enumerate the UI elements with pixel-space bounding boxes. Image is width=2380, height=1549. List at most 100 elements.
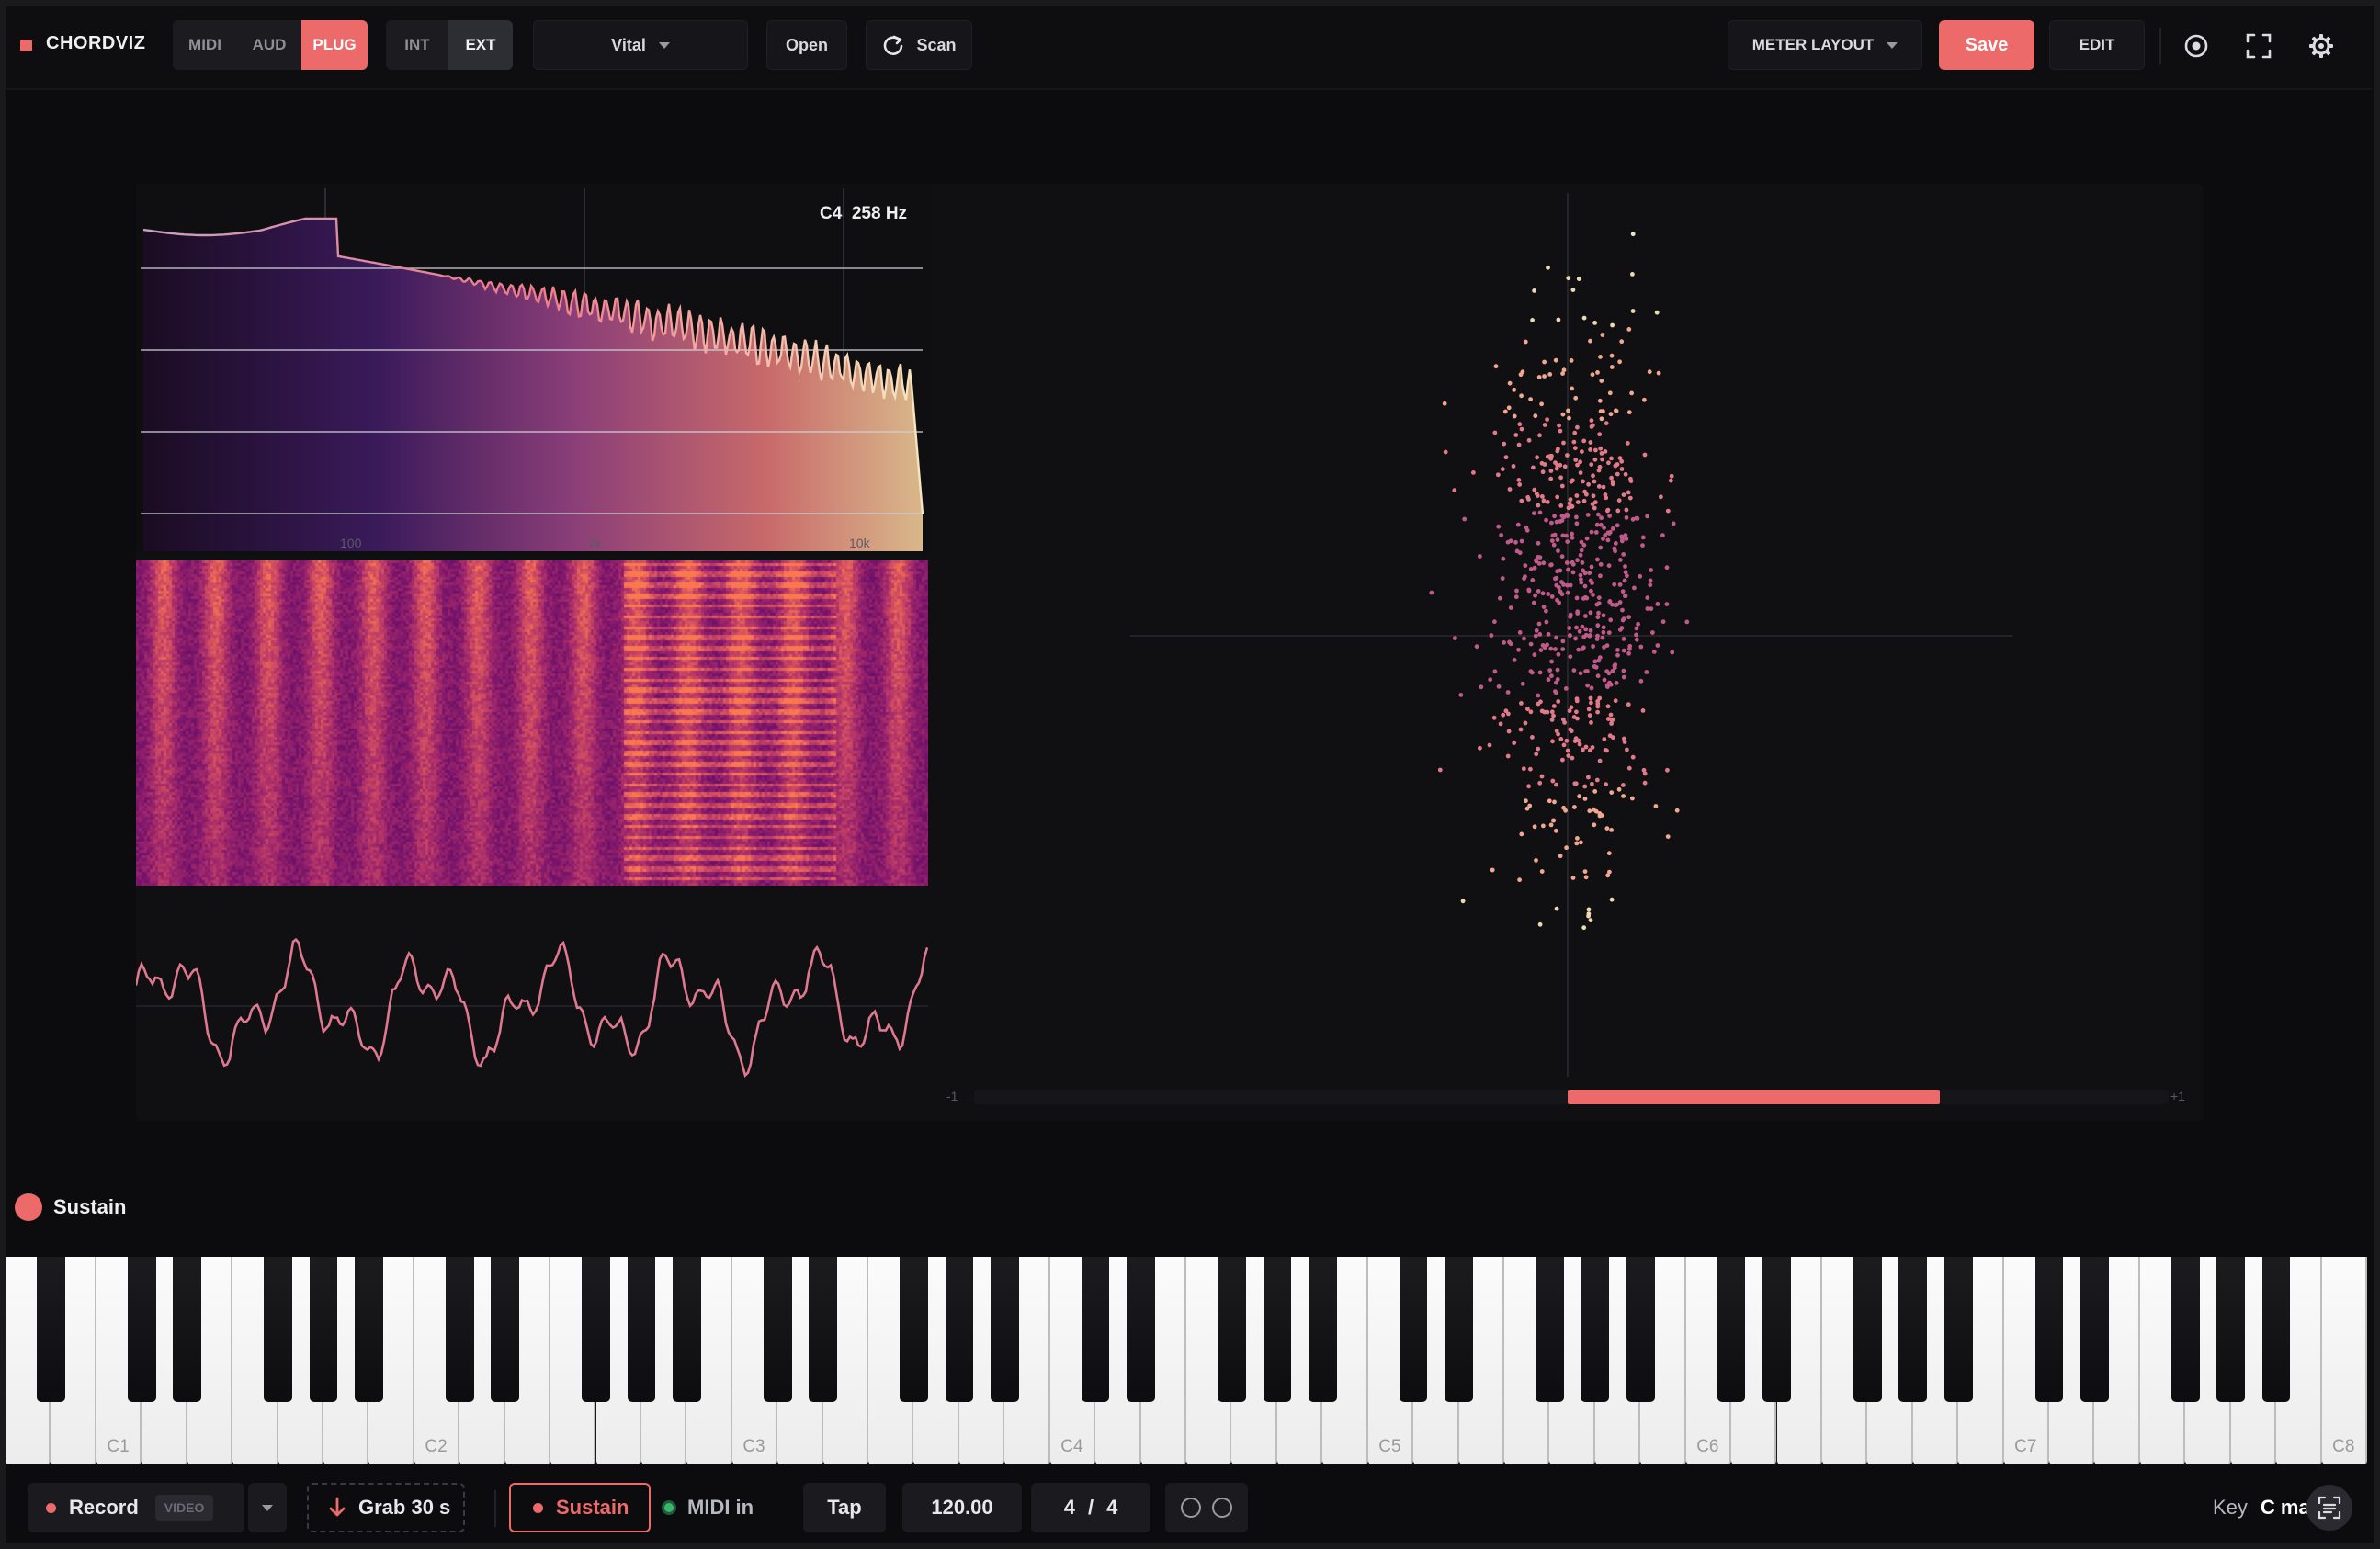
piano-black-key[interactable]: [1218, 1257, 1246, 1402]
vectorscope-point: [1626, 765, 1632, 771]
vectorscope-point: [1570, 531, 1574, 537]
vectorscope-point: [1526, 588, 1532, 594]
tab-ext[interactable]: EXT: [448, 20, 513, 70]
piano-black-key[interactable]: [1081, 1257, 1110, 1402]
vectorscope-point: [1581, 542, 1587, 548]
piano-black-key[interactable]: [1853, 1257, 1882, 1402]
scan-button[interactable]: Scan: [866, 20, 972, 70]
tab-midi[interactable]: MIDI: [173, 20, 237, 70]
vectorscope-point: [1641, 767, 1647, 773]
piano-keyboard[interactable]: C1 C2 C3 C4 C5 C6 C7 C8: [6, 1257, 2367, 1464]
piano-black-key[interactable]: [2034, 1257, 2064, 1402]
midi-in-status: MIDI in: [662, 1483, 768, 1532]
vectorscope-point: [1649, 606, 1654, 611]
fullscreen-icon[interactable]: [2238, 26, 2279, 66]
vectorscope-point: [1589, 418, 1594, 423]
screenshot-scan-icon[interactable]: [2306, 1485, 2352, 1531]
vectorscope-point: [1609, 456, 1614, 461]
vectorscope-point: [1493, 364, 1499, 369]
save-button[interactable]: Save: [1939, 20, 2034, 70]
piano-black-key[interactable]: [763, 1257, 792, 1402]
edit-button[interactable]: EDIT: [2049, 20, 2145, 70]
piano-black-key[interactable]: [900, 1257, 928, 1402]
vectorscope-point: [1624, 515, 1629, 520]
vectorscope-point: [1491, 715, 1497, 720]
piano-white-key[interactable]: C8: [2321, 1257, 2367, 1464]
meter-layout-dropdown[interactable]: METER LAYOUT: [1728, 20, 1922, 70]
piano-black-key[interactable]: [1399, 1257, 1428, 1402]
settings-gear-icon[interactable]: [2301, 26, 2341, 66]
piano-black-key[interactable]: [355, 1257, 383, 1402]
piano-black-key[interactable]: [1445, 1257, 1473, 1402]
piano-black-key[interactable]: [1263, 1257, 1292, 1402]
tab-aud[interactable]: AUD: [237, 20, 301, 70]
plugin-select[interactable]: Vital: [533, 20, 748, 70]
vectorscope-point: [1545, 500, 1550, 504]
vectorscope-point: [1548, 476, 1554, 481]
vectorscope-point: [1616, 786, 1622, 792]
vectorscope-point: [1523, 339, 1528, 345]
piano-black-key[interactable]: [582, 1257, 610, 1402]
record-target-icon[interactable]: [2176, 26, 2216, 66]
piano-black-key[interactable]: [1536, 1257, 1564, 1402]
piano-black-key[interactable]: [2080, 1257, 2109, 1402]
key-display[interactable]: Key C ma: [2213, 1483, 2314, 1532]
vectorscope-point: [1555, 537, 1560, 542]
piano-black-key[interactable]: [2170, 1257, 2200, 1402]
piano-black-key[interactable]: [1308, 1257, 1337, 1402]
vectorscope-point: [1615, 462, 1620, 467]
video-badge[interactable]: VIDEO: [154, 1495, 214, 1521]
vectorscope-point: [1630, 754, 1636, 760]
vectorscope-point: [1558, 589, 1563, 594]
piano-black-key[interactable]: [127, 1257, 156, 1402]
vectorscope-point: [1556, 317, 1561, 322]
vectorscope-point: [1591, 473, 1595, 479]
piano-black-key[interactable]: [945, 1257, 974, 1402]
vectorscope-point: [1528, 766, 1533, 772]
piano-black-key[interactable]: [1626, 1257, 1655, 1402]
piano-black-key[interactable]: [1762, 1257, 1791, 1402]
vectorscope-point: [1636, 621, 1640, 627]
app-title: CHORDVIZ: [46, 33, 146, 53]
time-signature-field[interactable]: 4 / 4: [1031, 1483, 1150, 1532]
piano-black-key[interactable]: [1944, 1257, 1973, 1402]
vectorscope-point: [1618, 558, 1623, 562]
piano-black-key[interactable]: [673, 1257, 701, 1402]
piano-black-key[interactable]: [627, 1257, 656, 1402]
piano-black-key[interactable]: [37, 1257, 65, 1402]
grab-30s-button[interactable]: Grab 30 s: [307, 1483, 465, 1532]
piano-black-key[interactable]: [1717, 1257, 1746, 1402]
vectorscope-point: [1598, 573, 1603, 579]
vectorscope-point: [1590, 781, 1594, 786]
record-options-dropdown[interactable]: [248, 1483, 287, 1532]
piano-black-key[interactable]: [2261, 1257, 2291, 1402]
vectorscope-point: [1575, 716, 1580, 721]
piano-black-key[interactable]: [1898, 1257, 1928, 1402]
open-button[interactable]: Open: [766, 20, 847, 70]
tap-tempo-button[interactable]: Tap: [803, 1483, 886, 1532]
vectorscope-point: [1558, 737, 1564, 741]
tab-int[interactable]: INT: [386, 20, 448, 70]
vectorscope-point: [1630, 796, 1635, 801]
tab-plug[interactable]: PLUG: [301, 20, 368, 70]
piano-black-key[interactable]: [2216, 1257, 2246, 1402]
piano-black-key[interactable]: [445, 1257, 474, 1402]
piano-black-key[interactable]: [264, 1257, 292, 1402]
tempo-field[interactable]: 120.00: [902, 1483, 1022, 1532]
vectorscope-point: [1630, 232, 1636, 237]
piano-black-key[interactable]: [309, 1257, 338, 1402]
vectorscope-point: [1553, 828, 1558, 833]
vectorscope-point: [1596, 595, 1602, 600]
piano-black-key[interactable]: [491, 1257, 519, 1402]
piano-black-key[interactable]: [990, 1257, 1019, 1402]
vectorscope-point: [1570, 288, 1576, 292]
vectorscope-point: [1650, 630, 1655, 635]
vectorscope-point: [1624, 507, 1629, 513]
vectorscope-point: [1581, 747, 1585, 752]
piano-black-key[interactable]: [1127, 1257, 1155, 1402]
piano-black-key[interactable]: [173, 1257, 201, 1402]
piano-black-key[interactable]: [809, 1257, 837, 1402]
sustain-toggle[interactable]: Sustain: [509, 1483, 651, 1532]
piano-black-key[interactable]: [1581, 1257, 1610, 1402]
record-button[interactable]: Record VIDEO: [28, 1483, 244, 1532]
